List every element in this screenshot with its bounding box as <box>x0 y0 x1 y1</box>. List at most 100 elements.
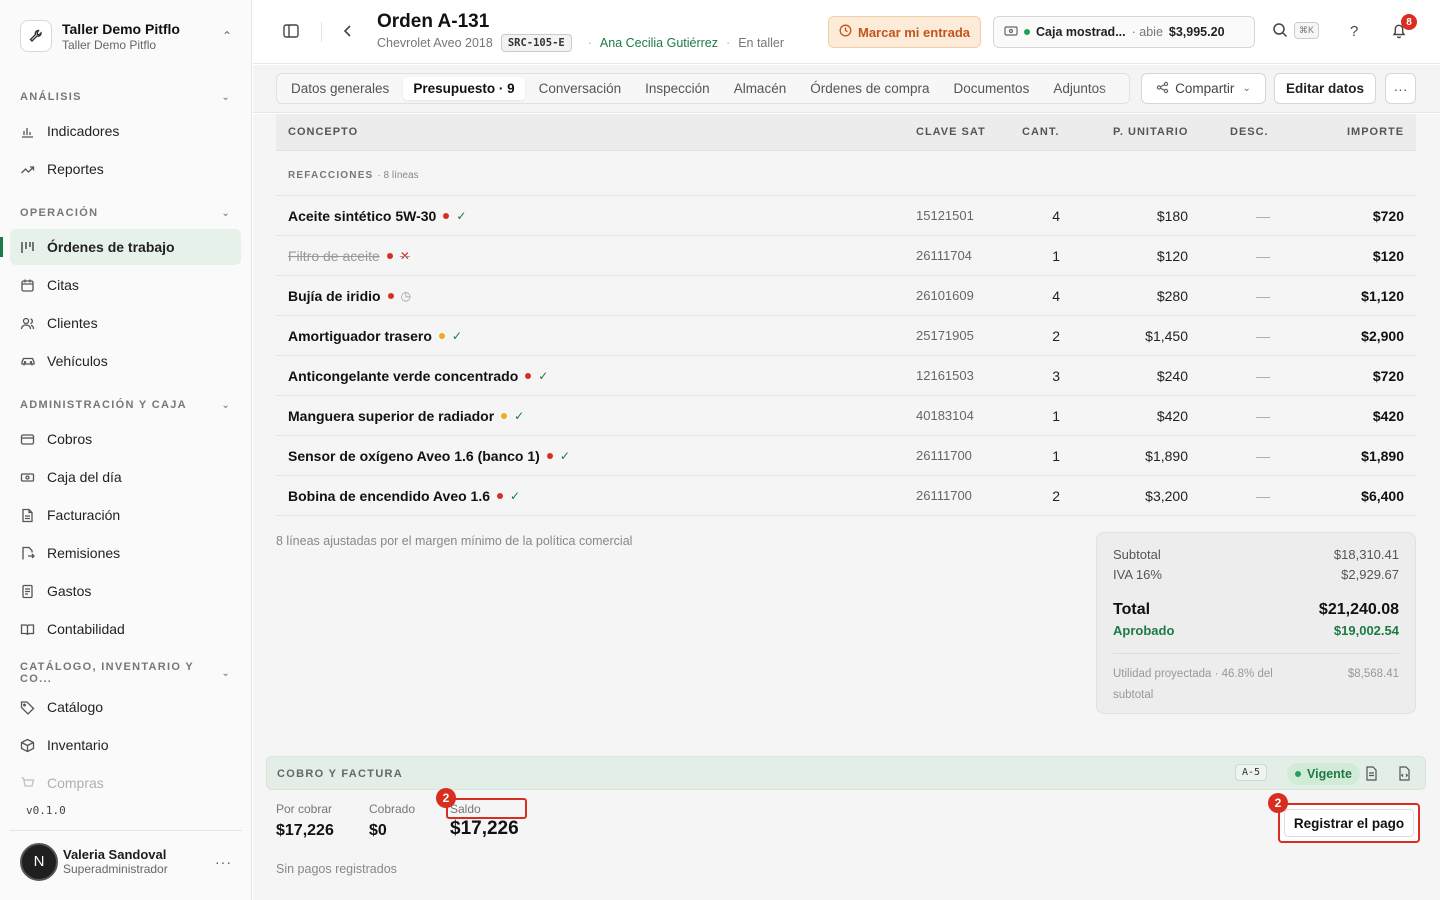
register-amount: $3,995.20 <box>1168 25 1225 39</box>
user-menu[interactable]: N Valeria Sandoval Superadministrador ··… <box>10 830 242 892</box>
item-name: Amortiguador trasero ✓ <box>288 328 462 344</box>
more-horizontal-icon[interactable]: ··· <box>1385 73 1416 104</box>
users-icon <box>20 316 37 331</box>
box-icon <box>20 738 37 753</box>
total-label: Total <box>1113 601 1151 618</box>
more-horizontal-icon[interactable]: ··· <box>215 854 232 870</box>
user-role: Superadministrador <box>63 862 168 876</box>
divider <box>321 22 322 42</box>
sat-code: 26101609 <box>916 288 974 303</box>
col-desc: DESC. <box>1230 126 1269 138</box>
tab-inspeccion[interactable]: Inspección <box>635 77 720 100</box>
tab-conversacion[interactable]: Conversación <box>529 77 632 100</box>
org-switcher[interactable]: Taller Demo Pitflo Taller Demo Pitflo ⌃ <box>10 10 242 62</box>
section-catalogo[interactable]: CATÁLOGO, INVENTARIO Y CO... ⌄ <box>20 661 231 685</box>
book-icon <box>20 622 37 637</box>
edit-data-button[interactable]: Editar datos <box>1274 73 1376 104</box>
table-row[interactable]: Amortiguador trasero ✓ 25171905 2 $1,450 — $2,… <box>276 315 1416 355</box>
budget-panel: CONCEPTO CLAVE SAT CANT. P. UNITARIO DES… <box>253 114 1440 900</box>
item-name: Sensor de oxígeno Aveo 1.6 (banco 1) ✓ <box>288 448 570 464</box>
approved-label: Aprobado <box>1113 623 1175 638</box>
document-icon[interactable] <box>1365 766 1378 784</box>
help-icon[interactable]: ? <box>1350 23 1358 40</box>
line-amount: $720 <box>1372 368 1404 384</box>
priority-dot <box>387 293 394 299</box>
section-administracion[interactable]: ADMINISTRACIÓN Y CAJA ⌄ <box>20 396 231 414</box>
item-name: Aceite sintético 5W-30 ✓ <box>288 208 467 224</box>
sat-code: 26111700 <box>916 488 972 503</box>
priority-dot <box>443 213 450 219</box>
sidebar-item-gastos[interactable]: Gastos <box>10 573 241 609</box>
table-row[interactable]: Sensor de oxígeno Aveo 1.6 (banco 1) ✓ 261… <box>276 435 1416 475</box>
col-amount: IMPORTE <box>1347 126 1405 138</box>
user-name: Valeria Sandoval <box>63 847 167 862</box>
check-icon: ✓ <box>538 369 549 383</box>
quantity: 2 <box>1052 488 1060 504</box>
priority-dot <box>546 453 553 459</box>
policy-note: 8 líneas ajustadas por el margen mínimo … <box>276 534 633 548</box>
tab-ordenes-compra[interactable]: Órdenes de compra <box>800 77 939 100</box>
sidebar-item-inventario[interactable]: Inventario <box>10 727 241 763</box>
wrench-icon <box>20 20 52 52</box>
sidebar-item-compras[interactable]: Compras <box>10 765 241 801</box>
subtotal-label: Subtotal <box>1113 547 1161 562</box>
customer-link[interactable]: Ana Cecilia Gutiérrez <box>600 36 718 50</box>
notification-badge: 8 <box>1401 14 1417 30</box>
table-header: CONCEPTO CLAVE SAT CANT. P. UNITARIO DES… <box>276 114 1416 151</box>
tab-almacen[interactable]: Almacén <box>724 77 797 100</box>
tab-documentos[interactable]: Documentos <box>944 77 1040 100</box>
sidebar-item-clientes[interactable]: Clientes <box>10 305 241 341</box>
sidebar-item-indicadores[interactable]: Indicadores <box>10 113 241 149</box>
xml-document-icon[interactable] <box>1398 766 1411 784</box>
sidebar-item-vehiculos[interactable]: Vehículos <box>10 343 241 379</box>
sidebar-item-citas[interactable]: Citas <box>10 267 241 303</box>
chevron-down-icon: ⌄ <box>221 91 231 103</box>
col-sat: CLAVE SAT <box>916 126 986 138</box>
sidebar-item-facturacion[interactable]: Facturación <box>10 497 241 533</box>
line-amount: $120 <box>1372 248 1404 264</box>
table-row[interactable]: Bujía de iridio ◷ 26101609 4 $280 — $1,120 <box>276 275 1416 315</box>
table-row[interactable]: Filtro de aceite ✕ 26111704 1 $120 — $120 <box>276 235 1416 275</box>
sidebar-item-contabilidad[interactable]: Contabilidad <box>10 611 241 647</box>
cash-register-selector[interactable]: Caja mostrad... · abie $3,995.20 <box>993 16 1255 48</box>
col-qty: CANT. <box>1022 126 1060 138</box>
tab-presupuesto[interactable]: Presupuesto · 9 <box>403 77 525 100</box>
discount: — <box>1256 488 1270 504</box>
item-name: Manguera superior de radiador ✓ <box>288 408 525 424</box>
table-row[interactable]: Anticongelante verde concentrado ✓ 1216150… <box>276 355 1416 395</box>
sidebar-item-caja[interactable]: Caja del día <box>10 459 241 495</box>
page-header: Orden A-131 Chevrolet Aveo 2018 SRC-105-… <box>253 0 1440 64</box>
kanban-icon <box>20 240 37 255</box>
org-sub: Taller Demo Pitflo <box>62 37 157 52</box>
discount: — <box>1256 368 1270 384</box>
register-payment-button[interactable]: Registrar el pago <box>1278 803 1420 843</box>
discount: — <box>1256 288 1270 304</box>
share-button[interactable]: Compartir ⌄ <box>1141 73 1266 104</box>
sidebar-item-catalogo[interactable]: Catálogo <box>10 689 241 725</box>
tab-datos-generales[interactable]: Datos generales <box>281 77 399 100</box>
sidebar-toggle-icon[interactable] <box>282 22 300 40</box>
section-analisis[interactable]: ANÁLISIS ⌄ <box>20 88 231 106</box>
sidebar-item-cobros[interactable]: Cobros <box>10 421 241 457</box>
col-concept: CONCEPTO <box>288 126 359 138</box>
mark-entry-button[interactable]: Marcar mi entrada <box>828 16 981 48</box>
table-row[interactable]: Aceite sintético 5W-30 ✓ 15121501 4 $180 — $72… <box>276 195 1416 235</box>
sidebar-item-reportes[interactable]: Reportes <box>10 151 241 187</box>
sat-code: 40183104 <box>916 408 974 423</box>
active-indicator <box>0 237 3 257</box>
sidebar-item-remisiones[interactable]: Remisiones <box>10 535 241 571</box>
discount: — <box>1256 328 1270 344</box>
sat-code: 15121501 <box>916 208 974 223</box>
section-operacion[interactable]: OPERACIÓN ⌄ <box>20 204 231 222</box>
search-icon[interactable] <box>1272 22 1288 38</box>
table-row[interactable]: Manguera superior de radiador ✓ 40183104 1 $… <box>276 395 1416 435</box>
discount: — <box>1256 448 1270 464</box>
chevron-down-icon: ⌄ <box>221 207 231 219</box>
check-icon: ✓ <box>510 489 521 503</box>
quantity: 4 <box>1052 288 1060 304</box>
back-chevron-icon[interactable] <box>341 22 355 40</box>
totals-card: Subtotal $18,310.41 IVA 16% $2,929.67 Tota… <box>1096 532 1416 714</box>
file-arrow-icon <box>20 546 37 561</box>
table-row[interactable]: Bobina de encendido Aveo 1.6 ✓ 26111700 2 $3… <box>276 475 1416 515</box>
sidebar-item-ordenes[interactable]: Órdenes de trabajo <box>10 229 241 265</box>
